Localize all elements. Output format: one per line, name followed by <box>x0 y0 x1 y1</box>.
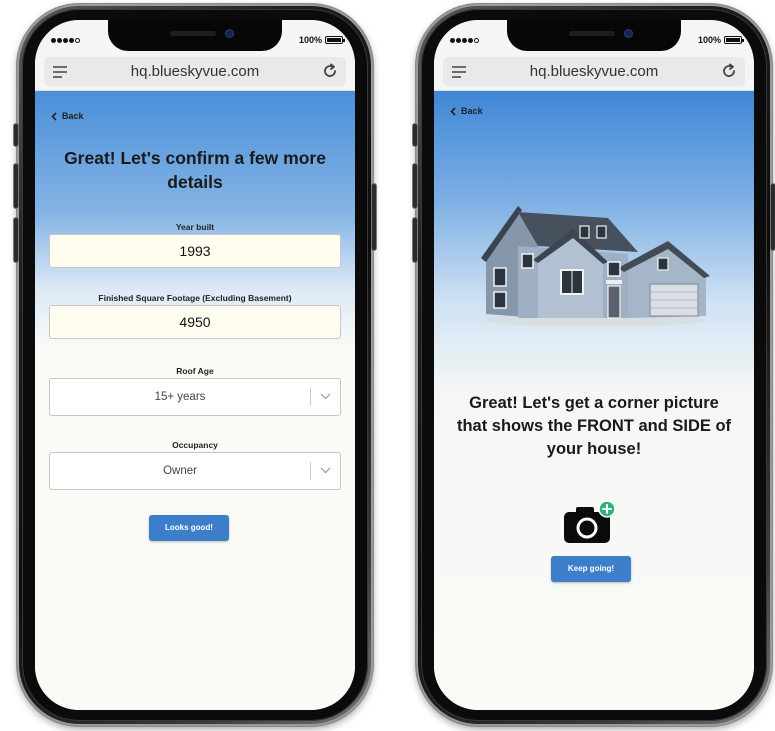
back-label: Back <box>461 106 483 116</box>
photo-instructions: Great! Let's get a corner picture that s… <box>440 392 748 461</box>
chevron-down-icon <box>320 393 331 400</box>
signal-strength-icon <box>450 38 479 43</box>
form-page: Back Great! Let's confirm a few more det… <box>35 91 355 710</box>
url-text[interactable]: hq.blueskyvue.com <box>44 63 346 80</box>
volume-down-button <box>14 218 18 262</box>
back-link[interactable]: Back <box>450 106 483 116</box>
right-phone-frame: 100% hq.blueskyvue.com Back Great! Let's… <box>413 4 775 726</box>
left-screen: 100% hq.blueskyvue.com Back Great! Let's… <box>35 20 355 710</box>
battery-icon <box>325 36 345 44</box>
battery-percent: 100% <box>697 35 721 45</box>
power-button <box>771 184 775 250</box>
keep-going-button[interactable]: Keep going! <box>551 556 631 582</box>
chevron-down-icon <box>320 467 331 474</box>
roof-age-select[interactable]: 15+ years <box>49 378 341 416</box>
back-label: Back <box>62 111 84 121</box>
message-line-3: your house! <box>546 440 642 458</box>
message-line-1: Great! Let's get a corner picture <box>469 394 719 412</box>
select-divider <box>310 462 311 480</box>
roof-age-label: Roof Age <box>176 366 214 376</box>
address-bar[interactable]: hq.blueskyvue.com <box>443 57 745 86</box>
battery-indicator: 100% <box>697 35 744 45</box>
title-line-2: details <box>167 172 223 192</box>
occupancy-label: Occupancy <box>172 440 218 450</box>
notch <box>108 20 282 51</box>
select-divider <box>310 388 311 406</box>
signal-strength-icon <box>51 38 80 43</box>
back-chevron-icon <box>51 111 57 121</box>
square-footage-input[interactable]: 4950 <box>49 305 341 339</box>
left-phone-frame: 100% hq.blueskyvue.com Back Great! Let's… <box>14 4 376 726</box>
message-line-2: that shows the FRONT and SIDE of <box>456 417 732 435</box>
battery-icon <box>724 36 744 44</box>
notch <box>507 20 681 51</box>
address-bar[interactable]: hq.blueskyvue.com <box>44 57 346 86</box>
mute-switch <box>14 124 18 146</box>
house-image <box>481 206 710 326</box>
battery-percent: 100% <box>298 35 322 45</box>
right-screen: 100% hq.blueskyvue.com Back Great! Let's… <box>434 20 754 710</box>
back-link[interactable]: Back <box>51 111 84 121</box>
camera-add-icon[interactable] <box>561 499 617 549</box>
volume-up-button <box>413 164 417 208</box>
reload-icon[interactable] <box>322 63 338 79</box>
url-text[interactable]: hq.blueskyvue.com <box>443 63 745 80</box>
mute-switch <box>413 124 417 146</box>
back-chevron-icon <box>450 106 456 116</box>
volume-up-button <box>14 164 18 208</box>
roof-age-value: 15+ years <box>154 391 206 403</box>
volume-down-button <box>413 218 417 262</box>
occupancy-value: Owner <box>163 465 197 477</box>
occupancy-select[interactable]: Owner <box>49 452 341 490</box>
power-button <box>372 184 376 250</box>
looks-good-button[interactable]: Looks good! <box>149 515 229 541</box>
battery-indicator: 100% <box>298 35 345 45</box>
photo-prompt-page: Back Great! Let's get a corner picture t… <box>434 91 754 710</box>
square-footage-label: Finished Square Footage (Excluding Basem… <box>98 293 292 303</box>
year-built-input[interactable]: 1993 <box>49 234 341 268</box>
reload-icon[interactable] <box>721 63 737 79</box>
page-title: Great! Let's confirm a few more details <box>51 146 339 194</box>
title-line-1: Great! Let's confirm a few more <box>64 148 326 168</box>
year-built-label: Year built <box>175 222 215 232</box>
